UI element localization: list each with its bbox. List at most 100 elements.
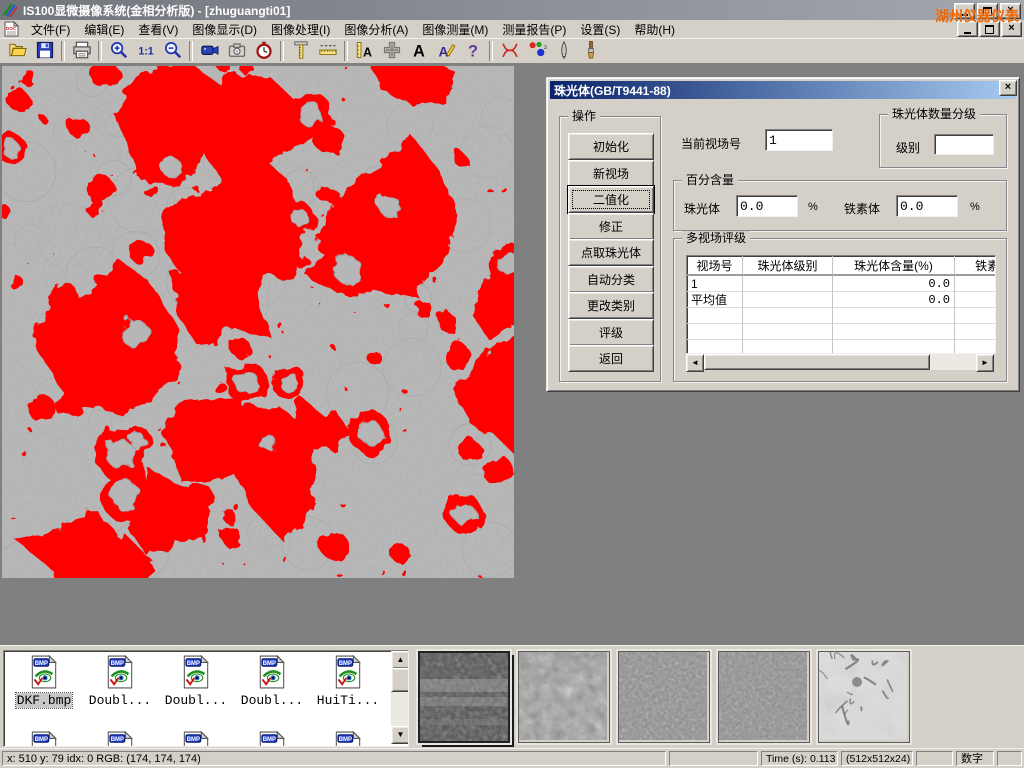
menu-item-1[interactable]: 文件(F) [24,22,77,38]
menu-item-2[interactable]: 编辑(E) [77,22,131,38]
file-item-row2[interactable]: BMP [84,731,156,747]
op-button-1[interactable]: 初始化 [568,133,654,160]
op-button-6[interactable]: 自动分类 [568,266,654,293]
zoom-in-button[interactable] [105,39,132,63]
zoom-out-button[interactable] [159,39,186,63]
pearlite-dialog: 珠光体(GB/T9441-88) × 操作 初始化新视场二值化修正点取珠光体自动… [546,77,1020,392]
table-cell [743,324,833,340]
measure-label-button[interactable]: A [351,39,378,63]
op-button-8[interactable]: 评级 [568,319,654,346]
micrograph-image[interactable] [2,66,514,578]
ruler-button[interactable] [314,39,341,63]
menu-item-4[interactable]: 图像显示(D) [185,22,264,38]
minimize-button[interactable] [954,3,975,19]
thumbnail-fine-speckle-micrograph[interactable] [718,651,810,743]
menu-item-9[interactable]: 设置(S) [573,22,627,38]
thumbnail-coarse-speckle-micrograph[interactable] [518,651,610,743]
menu-item-5[interactable]: 图像处理(I) [264,22,337,38]
scroll-right-button[interactable]: ► [976,354,994,372]
mdi-minimize-button[interactable] [957,21,978,37]
menu-item-7[interactable]: 图像测量(M) [415,22,495,38]
op-button-2[interactable]: 新视场 [568,160,654,187]
file-item-DKF-bmp[interactable]: BMPDKF.bmp [8,655,80,708]
grading-group-label: 珠光体数量分级 [888,107,980,121]
title-bar[interactable]: IS100显微摄像系统(金相分析版) - [zhuguangti01] × [0,0,1024,20]
file-list-scrollbar[interactable]: ▲ ▼ [391,651,408,744]
table-row[interactable]: 10.0 [687,276,995,292]
caliper-button[interactable] [287,39,314,63]
multi-view-group-label: 多视场评级 [682,231,750,245]
photo-camera-button[interactable] [223,39,250,63]
file-item-row2[interactable]: BMP [160,731,232,747]
op-button-9[interactable]: 返回 [568,345,654,372]
timer-button[interactable] [250,39,277,63]
mdi-restore-button[interactable] [979,21,1000,37]
pearlite-percent-input[interactable] [736,195,798,217]
table-row[interactable] [687,308,995,324]
scrollbar-thumb[interactable] [391,668,409,692]
file-item-Doubl-[interactable]: BMPDoubl... [236,655,308,708]
scroll-up-button[interactable]: ▲ [391,651,409,669]
document-icon[interactable]: DOC [3,21,20,37]
op-button-7[interactable]: 更改类别 [568,292,654,319]
ruler-icon [318,40,338,63]
brush-button[interactable] [577,39,604,63]
scrollbar-thumb[interactable] [704,354,930,370]
table-row[interactable] [687,340,995,354]
print-button[interactable] [68,39,95,63]
mdi-close-button[interactable]: × [1001,21,1022,37]
color-classify-button[interactable]: 3 [523,39,550,63]
file-name: Doubl... [164,693,228,708]
table-cell [687,340,743,354]
level-input[interactable] [934,134,994,155]
actual-size-button[interactable]: 1:1 [132,39,159,63]
file-item-HuiTi-[interactable]: BMPHuiTi... [312,655,384,708]
menu-item-8[interactable]: 测量报告(P) [495,22,573,38]
scroll-left-button[interactable]: ◄ [686,354,704,372]
file-item-Doubl-[interactable]: BMP Doubl... [84,655,156,708]
multi-view-table[interactable]: 视场号珠光体级别珠光体含量(%)铁素体含量(%)10.0平均值0.0 [686,255,996,354]
op-button-3[interactable]: 二值化 [568,186,654,213]
scroll-down-button[interactable]: ▼ [391,726,409,744]
menu-item-3[interactable]: 查看(V) [131,22,185,38]
column-header: 视场号 [687,256,743,276]
file-item-row2[interactable]: BMP [236,731,308,747]
restore-button[interactable] [977,3,998,19]
thumbnail-fine-speckle-micrograph[interactable] [618,651,710,743]
current-view-input[interactable] [765,129,833,151]
video-camera-button[interactable] [196,39,223,63]
file-item-row2[interactable]: BMP [312,731,384,747]
table-hscrollbar[interactable]: ◄ ► [686,354,994,370]
menu-item-10[interactable]: 帮助(H) [627,22,682,38]
close-button[interactable]: × [1000,3,1021,19]
svg-text:1:1: 1:1 [138,45,153,57]
save-button[interactable] [31,39,58,63]
operations-group-label: 操作 [568,109,600,123]
status-empty-2 [916,751,953,766]
annotate-button[interactable]: A [432,39,459,63]
dialog-close-button[interactable]: × [999,80,1017,96]
file-item-Doubl-[interactable]: BMPDoubl... [160,655,232,708]
op-button-5[interactable]: 点取珠光体 [568,239,654,266]
svg-text:BMP: BMP [111,661,124,667]
dialog-title-bar[interactable]: 珠光体(GB/T9441-88) [550,81,1016,99]
help-button[interactable]: ? [459,39,486,63]
text-button[interactable]: A [405,39,432,63]
ferrite-unit: % [970,201,980,213]
table-row[interactable] [687,324,995,340]
curve-tool-icon [500,40,520,63]
grid-cross-button[interactable] [378,39,405,63]
column-header: 珠光体含量(%) [833,256,955,276]
file-item-row2[interactable]: BMP [8,731,80,747]
menu-item-6[interactable]: 图像分析(A) [337,22,415,38]
pen-button[interactable] [550,39,577,63]
table-row[interactable]: 平均值0.0 [687,292,995,308]
ferrite-percent-input[interactable] [896,195,958,217]
curve-tool-button[interactable] [496,39,523,63]
file-list[interactable]: BMPDKF.bmpBMPDoubl...BMPDoubl...BMPDoubl… [3,650,409,747]
file-name: Doubl... [88,693,152,708]
open-button[interactable] [4,39,31,63]
op-button-4[interactable]: 修正 [568,213,654,240]
thumbnail-light-flake-micrograph[interactable] [818,651,910,743]
thumbnail-dark-banded-micrograph[interactable] [418,651,510,743]
